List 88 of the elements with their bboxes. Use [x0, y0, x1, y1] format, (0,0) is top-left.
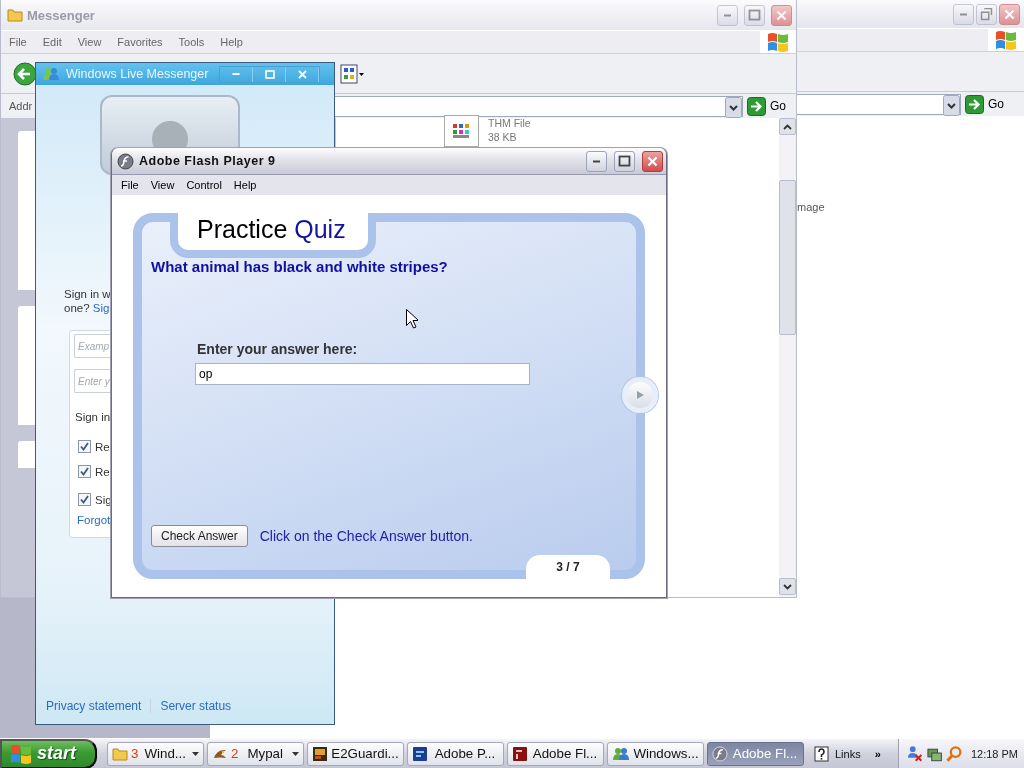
close-icon: [295, 68, 309, 80]
window-title: Windows Live Messenger: [66, 67, 210, 81]
forgot-link[interactable]: Forgot: [77, 514, 111, 526]
file-size: 38 KB: [488, 131, 518, 143]
menu-item[interactable]: Edit: [34, 36, 70, 48]
sign-up-link[interactable]: Sig: [92, 302, 110, 314]
taskbar-button[interactable]: E2Guardi...: [307, 741, 404, 766]
restore-button[interactable]: [976, 3, 997, 25]
menu-item[interactable]: File: [1, 36, 35, 48]
minimize-button[interactable]: [953, 3, 974, 25]
check-answer-button[interactable]: Check Answer: [151, 525, 248, 547]
play-icon: [635, 390, 645, 400]
back-button[interactable]: [13, 61, 37, 86]
sign-in-text: one?: [64, 302, 91, 314]
menu-item[interactable]: Control: [180, 179, 228, 191]
checkbox[interactable]: [78, 493, 91, 506]
maximize-icon: [262, 68, 276, 80]
file-type: THM File: [488, 117, 531, 129]
hint-text: Click on the Check Answer button.: [259, 528, 473, 544]
flag-icon: [765, 30, 791, 54]
help-page-icon: [814, 745, 829, 762]
taskbar-button[interactable]: 2 Mypal: [207, 741, 304, 766]
address-label: Addr: [9, 100, 33, 112]
window-title: Messenger: [27, 7, 96, 23]
clock: 12:18 PM: [970, 747, 1018, 760]
caret-icon[interactable]: [292, 751, 299, 756]
minimize-button[interactable]: [586, 150, 607, 172]
email-field[interactable]: Examp: [74, 334, 112, 358]
app-icon: [412, 745, 428, 762]
menu-item[interactable]: View: [144, 179, 181, 191]
taskbar-button[interactable]: Windows...: [607, 741, 704, 766]
minimize-icon: [959, 12, 968, 16]
answer-label: Enter your answer here:: [197, 341, 359, 357]
minimize-icon: [592, 159, 601, 163]
sign-in-text: Sign in w: [64, 287, 112, 301]
window-title: Adobe Flash Player 9: [139, 154, 277, 168]
menu-item[interactable]: Favorites: [109, 36, 171, 48]
caret-icon[interactable]: [192, 751, 199, 756]
progress-counter: 3 / 7: [526, 555, 610, 579]
next-button[interactable]: [622, 377, 658, 413]
file-label: mage: [797, 201, 825, 213]
app-icon: [712, 745, 728, 762]
status-label: Sign in: [75, 411, 112, 423]
people-icon: [612, 746, 630, 761]
folder-icon: [7, 8, 23, 22]
answer-field[interactable]: op: [195, 363, 530, 385]
checkbox[interactable]: [78, 465, 91, 478]
menu-item[interactable]: File: [115, 179, 145, 191]
question-text: What animal has black and white stripes?: [151, 258, 449, 275]
search-icon[interactable]: [945, 744, 962, 763]
views-button[interactable]: [340, 63, 364, 84]
close-button[interactable]: [999, 3, 1020, 25]
maximize-button[interactable]: [614, 150, 635, 172]
option-label: Re: [95, 440, 110, 453]
option-label: Re: [95, 465, 110, 478]
password-field[interactable]: Enter y: [74, 369, 112, 393]
menu-item[interactable]: Help: [212, 36, 251, 48]
app-icon: [117, 152, 134, 170]
taskbar-button[interactable]: Adobe Fl...: [507, 741, 604, 766]
minimize-icon: [723, 13, 732, 17]
menu-item[interactable]: Tools: [170, 36, 213, 48]
go-button[interactable]: Go: [965, 94, 1004, 114]
links-toolbar[interactable]: Links: [814, 745, 861, 762]
footer-link[interactable]: Privacy statement: [46, 699, 142, 713]
quiz-title: Practice Quiz: [170, 213, 376, 258]
app-icon: [512, 745, 528, 762]
minimize-button[interactable]: [717, 4, 738, 26]
taskbar-button[interactable]: Adobe P...: [407, 741, 504, 766]
app-icon: [312, 745, 328, 762]
dropdown-icon: [725, 96, 742, 118]
close-button[interactable]: [642, 150, 663, 172]
footer-link[interactable]: Server status: [160, 699, 232, 713]
chevron[interactable]: »: [874, 747, 881, 760]
network-error-icon[interactable]: [907, 744, 924, 763]
folder-icon: [112, 746, 128, 761]
people-icon: [42, 67, 60, 81]
start-button[interactable]: start: [0, 738, 97, 768]
go-button[interactable]: Go: [747, 96, 790, 116]
menu-item[interactable]: Help: [227, 179, 263, 191]
flag-icon: [993, 28, 1019, 52]
scrollbar[interactable]: [779, 118, 796, 597]
dropdown-icon: [943, 94, 960, 116]
close-button[interactable]: [771, 4, 792, 26]
menu-item[interactable]: View: [69, 36, 110, 48]
minimize-icon: [232, 73, 240, 75]
taskbar-button[interactable]: 3 Wind...: [107, 741, 204, 766]
cursor-icon: [406, 309, 418, 329]
checkbox[interactable]: [78, 440, 91, 453]
